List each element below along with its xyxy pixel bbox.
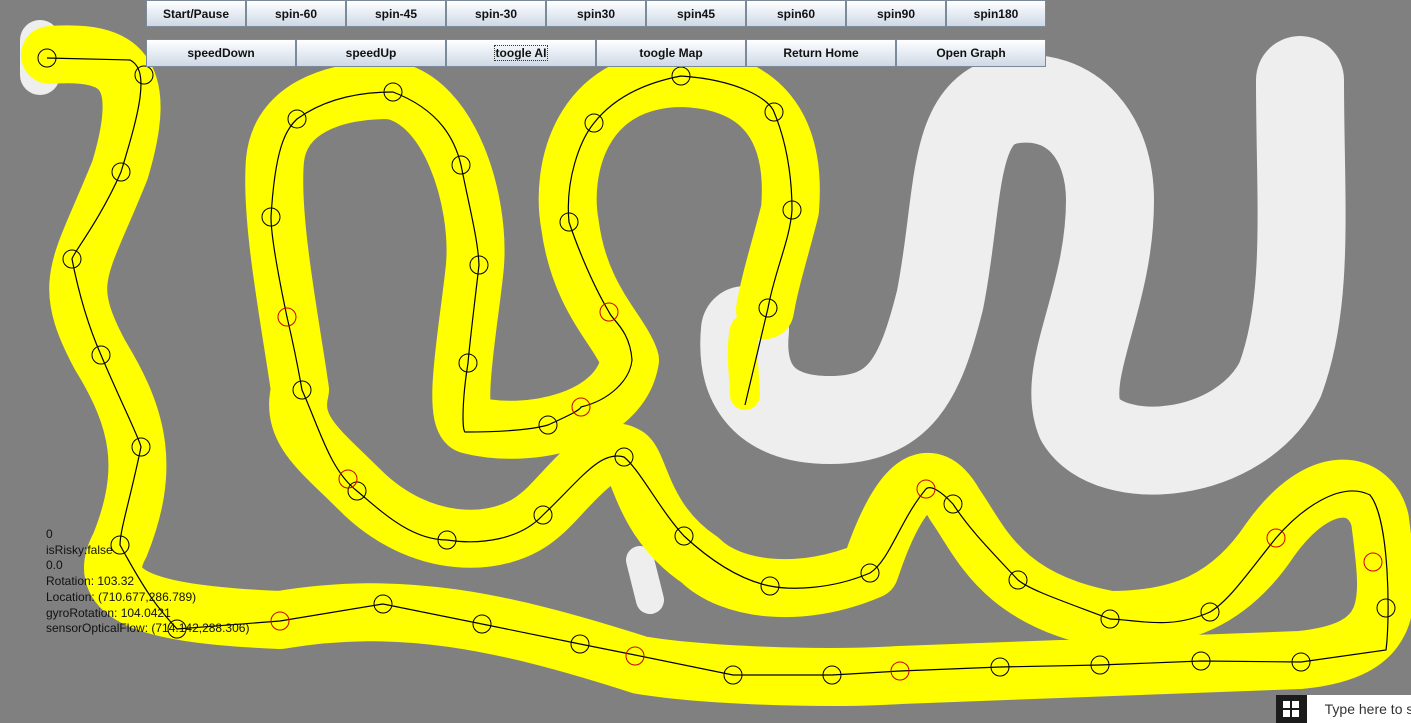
status-gyro-rotation: gyroRotation: 104.0421	[46, 605, 171, 620]
status-risky: isRisky:false	[46, 542, 113, 557]
search-placeholder: Type here to search	[1324, 701, 1411, 717]
windows-logo-icon	[1283, 701, 1300, 717]
status-panel: 0 isRisky:false 0.0 Rotation: 103.32 Loc…	[46, 527, 249, 637]
spin-minus-45-button[interactable]: spin-45	[346, 0, 446, 27]
status-rotation: Rotation: 103.32	[46, 574, 135, 589]
speed-down-button[interactable]: speedDown	[146, 39, 296, 67]
open-graph-button[interactable]: Open Graph	[896, 39, 1046, 67]
speed-up-button[interactable]: speedUp	[296, 39, 446, 67]
spin-minus-60-button[interactable]: spin-60	[246, 0, 346, 27]
status-value: 0.0	[46, 558, 63, 573]
toolbar-top: Start/Pause spin-60 spin-45 spin-30 spin…	[146, 0, 1046, 27]
spin-90-button[interactable]: spin90	[846, 0, 946, 27]
spin-60-button[interactable]: spin60	[746, 0, 846, 27]
spin-30-button[interactable]: spin30	[546, 0, 646, 27]
toggle-ai-label: toogle AI	[493, 45, 549, 61]
windows-start-button[interactable]	[1276, 695, 1307, 723]
start-pause-button[interactable]: Start/Pause	[146, 0, 246, 27]
taskbar-search[interactable]: Type here to search	[1307, 701, 1411, 717]
toggle-map-button[interactable]: toogle Map	[596, 39, 746, 67]
toolbar-bottom: speedDown speedUp toogle AI toogle Map R…	[146, 39, 1046, 67]
status-optical-flow: sensorOpticalFlow: (714.142,288.306)	[46, 621, 250, 636]
status-counter: 0	[46, 527, 53, 541]
spin-minus-30-button[interactable]: spin-30	[446, 0, 546, 27]
spin-45-button[interactable]: spin45	[646, 0, 746, 27]
taskbar: Type here to search	[1276, 695, 1411, 723]
spin-180-button[interactable]: spin180	[946, 0, 1046, 27]
status-location: Location: (710.677,286.789)	[46, 589, 197, 604]
toggle-ai-button[interactable]: toogle AI	[446, 39, 596, 67]
return-home-button[interactable]: Return Home	[746, 39, 896, 67]
